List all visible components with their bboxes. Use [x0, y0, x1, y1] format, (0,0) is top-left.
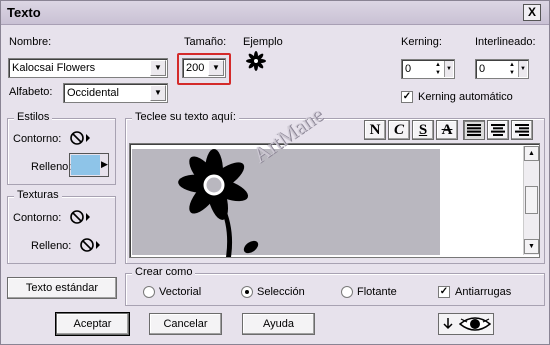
font-name-select[interactable]: Kalocsai Flowers ▼	[8, 58, 168, 78]
create-as-title: Crear como	[132, 266, 196, 278]
leading-spinner[interactable]: 0 ▲ ▼ ▼	[475, 59, 529, 79]
kerning-label: Kerning:	[401, 36, 442, 48]
chevron-down-icon[interactable]: ▼	[444, 61, 453, 77]
size-select[interactable]: 200 ▼	[182, 58, 226, 78]
align-center-icon	[491, 124, 505, 136]
window-title: Texto	[7, 5, 41, 20]
font-name-label: Nombre:	[9, 36, 52, 48]
flower-glyph	[178, 149, 259, 257]
scroll-thumb[interactable]	[525, 186, 538, 214]
cancel-button[interactable]: Cancelar	[149, 313, 222, 335]
auto-kerning-label: Kerning automático	[418, 91, 513, 103]
leading-label: Interlineado:	[475, 36, 536, 48]
radio-vectorial-label: Vectorial	[159, 286, 202, 298]
ok-button[interactable]: Aceptar	[56, 313, 129, 335]
radio-seleccion[interactable]	[241, 286, 253, 298]
align-left-icon	[467, 124, 481, 136]
styles-fill-label: Relleno:	[31, 161, 72, 173]
chevron-down-icon[interactable]: ▼	[150, 85, 166, 101]
alphabet-value: Occidental	[67, 87, 119, 99]
chevron-down-icon[interactable]: ▼	[518, 61, 527, 77]
pointer-icon[interactable]	[441, 316, 455, 332]
close-button[interactable]: X	[523, 4, 541, 21]
outline-none-icon[interactable]	[69, 129, 91, 147]
styles-group-title: Estilos	[14, 111, 53, 123]
kerning-spinner[interactable]: 0 ▲ ▼ ▼	[401, 59, 455, 79]
strikethrough-button[interactable]: A	[436, 120, 458, 140]
eye-icon[interactable]	[459, 315, 491, 333]
font-name-value: Kalocsai Flowers	[12, 62, 96, 74]
alphabet-label: Alfabeto:	[9, 86, 53, 98]
auto-kerning-checkbox[interactable]: ✓	[401, 91, 413, 103]
alphabet-select[interactable]: Occidental ▼	[63, 83, 168, 103]
help-button[interactable]: Ayuda	[242, 313, 315, 335]
fill-color-swatch[interactable]: ▶	[69, 153, 109, 177]
styles-outline-label: Contorno:	[13, 133, 62, 145]
text-input-area[interactable]: ArtMane ▲ ▼	[129, 102, 540, 258]
textures-outline-label: Contorno:	[13, 212, 62, 224]
texture-outline-none-icon[interactable]	[69, 208, 91, 226]
scroll-up-icon[interactable]: ▲	[524, 146, 539, 161]
fill-color-preview	[71, 155, 100, 175]
size-value: 200	[186, 62, 205, 74]
radio-flotante-label: Flotante	[357, 286, 397, 298]
text-dialog: Texto X Nombre: Kalocsai Flowers ▼ Alfab…	[0, 0, 550, 345]
texture-fill-none-icon[interactable]	[79, 236, 101, 254]
spin-arrows-icon[interactable]: ▲ ▼	[433, 61, 443, 77]
chevron-down-icon[interactable]: ▼	[150, 60, 166, 76]
standard-text-button[interactable]: Texto estándar	[7, 277, 117, 299]
text-editor-label: Teclee su texto aquí:	[132, 111, 239, 123]
underline-button[interactable]: S	[412, 120, 434, 140]
chevron-down-icon[interactable]: ▼	[208, 60, 224, 76]
textures-fill-label: Relleno:	[31, 240, 72, 252]
size-label: Tamaño:	[184, 36, 227, 48]
italic-button[interactable]: C	[388, 120, 410, 140]
align-right-icon	[515, 124, 529, 136]
scroll-down-icon[interactable]: ▼	[524, 239, 539, 254]
radio-vectorial[interactable]	[143, 286, 155, 298]
font-example-preview	[246, 51, 266, 71]
align-left-button[interactable]	[463, 120, 485, 140]
chevron-right-icon: ▶	[101, 159, 108, 169]
bold-button[interactable]: N	[364, 120, 386, 140]
title-bar: Texto X	[1, 1, 549, 25]
align-center-button[interactable]	[487, 120, 509, 140]
vertical-scrollbar[interactable]: ▲ ▼	[523, 146, 539, 255]
example-label: Ejemplo	[243, 36, 283, 48]
preview-toggle[interactable]	[438, 313, 494, 335]
leading-value: 0	[479, 63, 486, 75]
radio-seleccion-label: Selección	[257, 286, 305, 298]
kerning-value: 0	[405, 63, 412, 75]
textures-group-title: Texturas	[14, 189, 62, 201]
align-right-button[interactable]	[511, 120, 533, 140]
antialias-label: Antiarrugas	[455, 286, 512, 298]
radio-flotante[interactable]	[341, 286, 353, 298]
antialias-checkbox[interactable]: ✓	[438, 286, 450, 298]
spin-arrows-icon[interactable]: ▲ ▼	[507, 61, 517, 77]
